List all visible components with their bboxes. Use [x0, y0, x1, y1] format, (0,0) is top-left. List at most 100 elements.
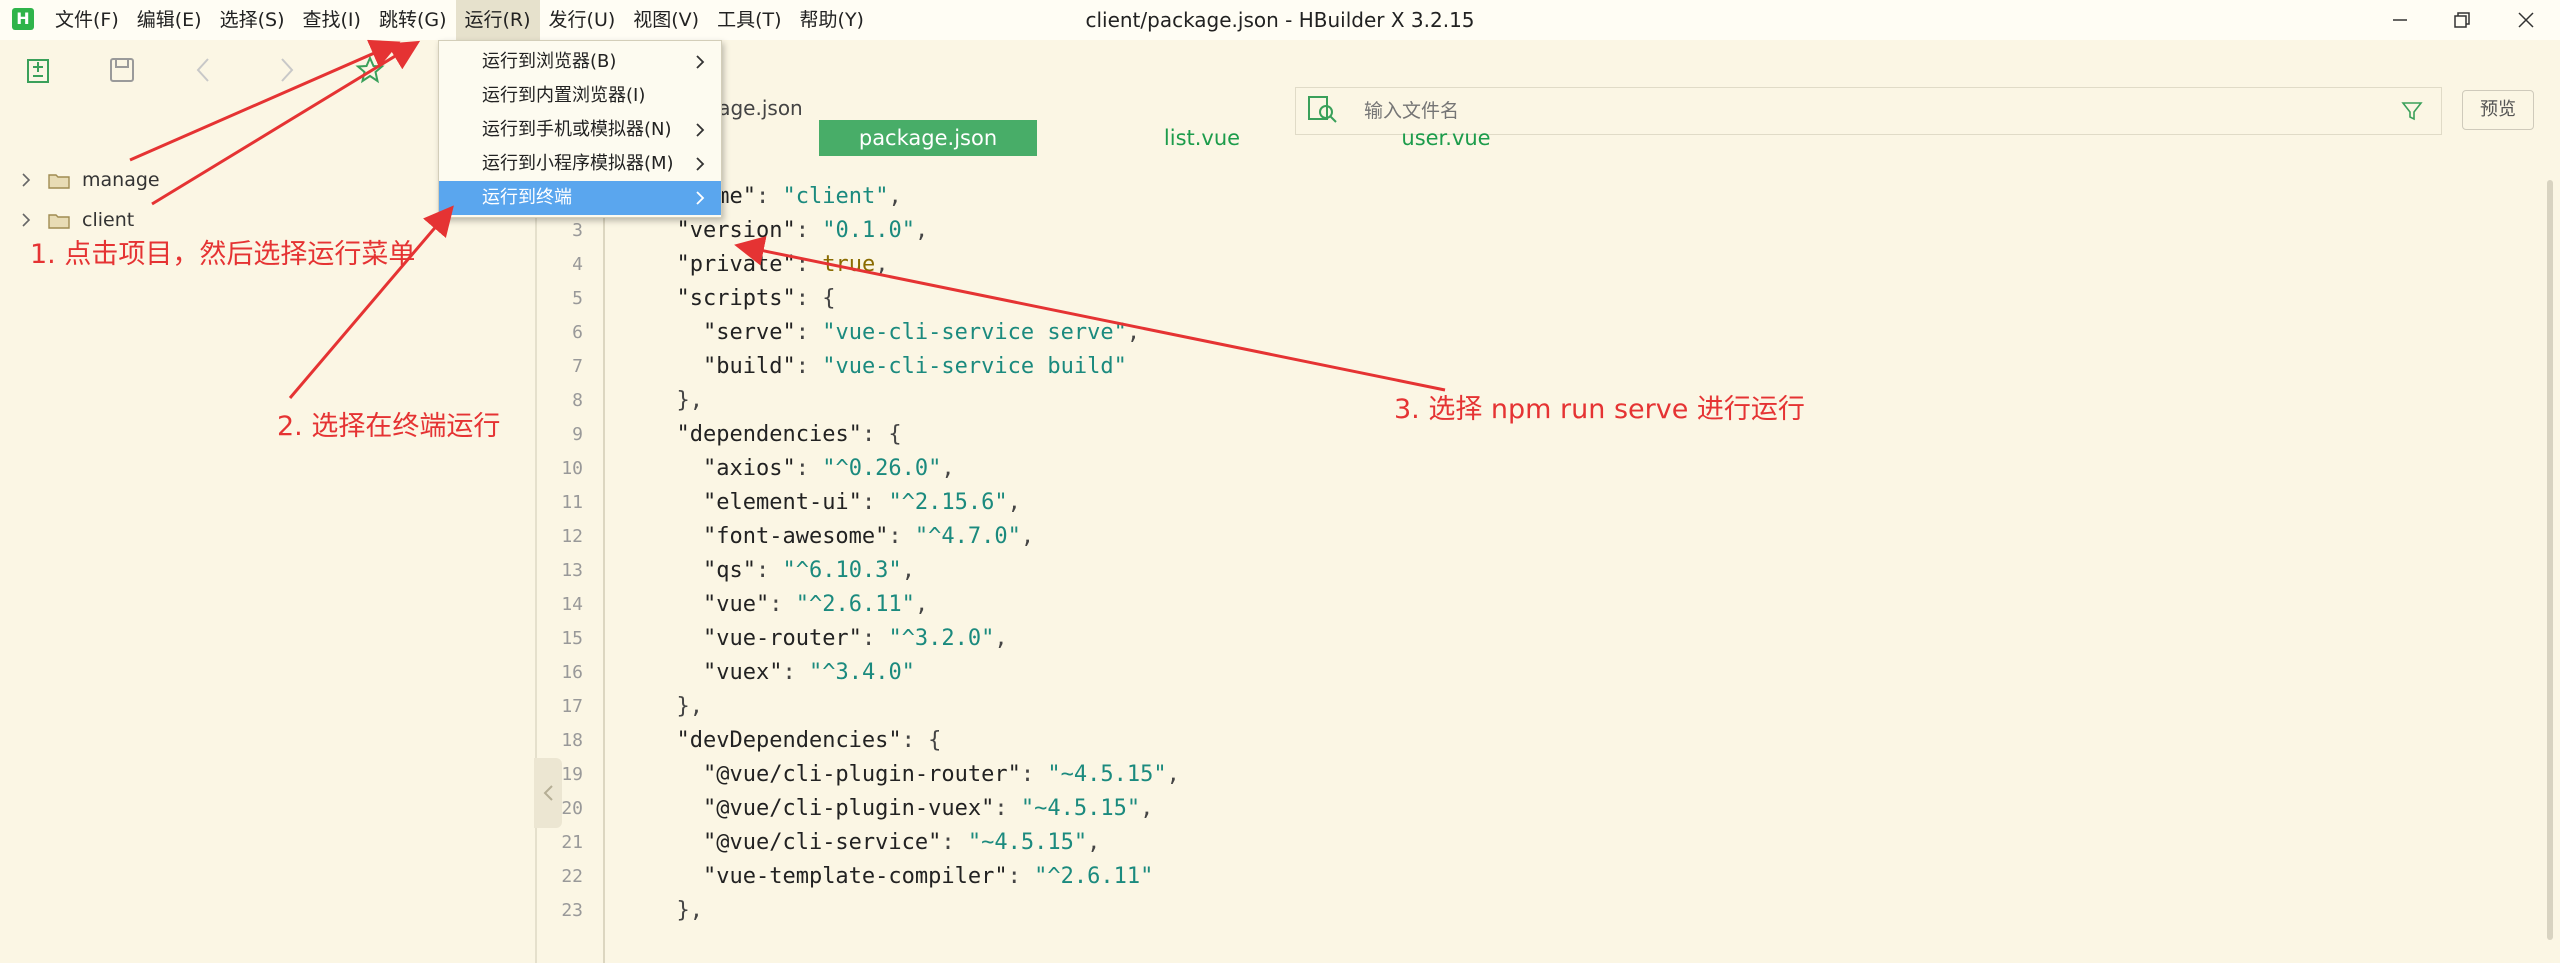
save-icon: [110, 58, 134, 82]
code-token: "@vue/cli-plugin-router": [702, 762, 1021, 787]
code-token: },: [650, 898, 703, 923]
run-menu-item[interactable]: 运行到内置浏览器(I): [439, 79, 721, 113]
code-line: "name": "client",: [650, 180, 2530, 214]
code-token: :: [795, 456, 823, 481]
run-menu-item[interactable]: 运行到终端: [439, 181, 721, 215]
code-token: :: [1020, 762, 1048, 787]
code-token: :: [1007, 864, 1035, 889]
line-number: 19: [561, 764, 583, 785]
code-token: true: [822, 252, 876, 277]
line-number: 7: [572, 356, 583, 377]
code-line: "@vue/cli-service": "~4.5.15",: [650, 826, 2530, 860]
menu-item[interactable]: 工具(T): [708, 0, 790, 40]
line-number: 5: [572, 288, 583, 309]
code-line: "serve": "vue-cli-service serve",: [650, 316, 2530, 350]
close-icon: [2518, 12, 2534, 28]
code-token: "^2.6.11": [795, 592, 915, 617]
line-number: 18: [561, 730, 583, 751]
code-token: ,: [941, 456, 955, 481]
project-label: client: [82, 209, 135, 231]
menu-item[interactable]: 视图(V): [624, 0, 708, 40]
code-line: "build": "vue-cli-service build": [650, 350, 2530, 384]
run-menu-item-label: 运行到终端: [482, 187, 572, 208]
menu-item[interactable]: 帮助(Y): [791, 0, 873, 40]
line-number: 6: [572, 322, 583, 343]
run-menu-item-label: 运行到浏览器(B): [482, 51, 617, 72]
menu-item[interactable]: 查找(I): [294, 0, 370, 40]
line-number: 23: [561, 900, 583, 921]
code-token: :: [888, 524, 915, 549]
code-line: "private": true,: [650, 248, 2530, 282]
code-token: :: [755, 184, 783, 209]
code-line: "@vue/cli-plugin-vuex": "~4.5.15",: [650, 792, 2530, 826]
folder-icon: [48, 174, 70, 189]
new-file-button[interactable]: [22, 52, 58, 88]
run-menu-item[interactable]: 运行到浏览器(B): [439, 45, 721, 79]
line-number: 20: [561, 798, 583, 819]
code-token: "vue-router": [702, 626, 862, 651]
menu-item[interactable]: 运行(R): [455, 0, 540, 40]
code-token: "^3.4.0": [808, 660, 915, 685]
line-number-gutter: 234567891011121314151617181920212223: [537, 180, 603, 963]
annotation-step-3: 3. 选择 npm run serve 进行运行: [1394, 394, 1805, 425]
menu-bar: 文件(F) 编辑(E) 选择(S) 查找(I) 跳转(G) 运行(R) 发行(U) 视图(V)…: [46, 0, 873, 40]
close-button[interactable]: [2496, 0, 2556, 40]
code-line: "vue-router": "^3.2.0",: [650, 622, 2530, 656]
code-line: "vue-template-compiler": "^2.6.11": [650, 860, 2530, 894]
menu-item[interactable]: 跳转(G): [370, 0, 456, 40]
code-token: "serve": [702, 320, 796, 345]
run-menu-item[interactable]: 运行到手机或模拟器(N): [439, 113, 721, 147]
code-token: "vue-cli-service build": [822, 354, 1127, 379]
project-item-manage[interactable]: manage: [0, 160, 420, 200]
chevron-right-icon: [22, 213, 31, 227]
line-number: 12: [561, 526, 583, 547]
minimize-button[interactable]: [2370, 0, 2430, 40]
menu-item[interactable]: 文件(F): [46, 0, 128, 40]
code-token: ,: [901, 558, 915, 583]
tab-package-json[interactable]: package.json: [819, 120, 1037, 156]
vertical-scrollbar[interactable]: [2547, 180, 2553, 940]
toolbar: kage.json 预览: [0, 40, 2560, 135]
code-token: "qs": [702, 558, 756, 583]
line-number: 8: [572, 390, 583, 411]
code-line: "devDependencies": {: [650, 724, 2530, 758]
line-number: 10: [561, 458, 583, 479]
save-button[interactable]: [104, 52, 140, 88]
bookmark-button[interactable]: [352, 52, 388, 88]
line-number: 11: [561, 492, 583, 513]
code-token: "private": [676, 252, 796, 277]
forward-button[interactable]: [268, 52, 304, 88]
code-line: },: [650, 690, 2530, 724]
chevron-right-icon: [22, 173, 31, 187]
run-menu-item-label: 运行到小程序模拟器(M): [482, 153, 674, 174]
code-token: "scripts": [676, 286, 796, 311]
back-button[interactable]: [186, 52, 222, 88]
code-token: "devDependencies": [676, 728, 902, 753]
code-token: "@vue/cli-plugin-vuex": [702, 796, 995, 821]
menu-item[interactable]: 编辑(E): [128, 0, 211, 40]
tab-user-vue[interactable]: user.vue: [1337, 120, 1555, 156]
restore-button[interactable]: [2432, 0, 2492, 40]
code-token: : {: [901, 728, 942, 753]
menu-item[interactable]: 发行(U): [540, 0, 625, 40]
code-token: "vuex": [702, 660, 783, 685]
run-menu-item[interactable]: 运行到小程序模拟器(M): [439, 147, 721, 181]
code-token: ,: [914, 218, 929, 243]
code-token: "0.1.0": [822, 218, 915, 243]
line-number: 16: [561, 662, 583, 683]
tab-list-vue[interactable]: list.vue: [1093, 120, 1311, 156]
code-token: "font-awesome": [702, 524, 889, 549]
code-token: :: [795, 320, 823, 345]
menu-item[interactable]: 选择(S): [211, 0, 294, 40]
back-icon: [196, 58, 209, 82]
code-editor[interactable]: "name": "client", "version": "0.1.0", "p…: [650, 180, 2530, 963]
